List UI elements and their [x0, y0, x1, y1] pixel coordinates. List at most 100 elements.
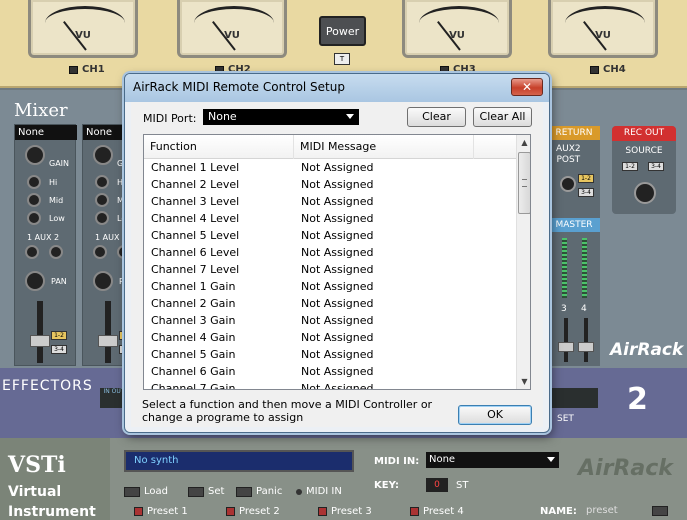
rec-out-34-button[interactable]: 3-4 [648, 162, 664, 171]
gain-knob[interactable] [25, 145, 45, 165]
panic-button[interactable]: Panic [236, 486, 282, 497]
table-row[interactable]: Channel 6 Gain Not Assigned [144, 364, 516, 381]
midi-message-cell: Not Assigned [301, 178, 374, 191]
table-row[interactable]: Channel 4 Gain Not Assigned [144, 330, 516, 347]
table-row[interactable]: Channel 3 Gain Not Assigned [144, 313, 516, 330]
function-cell: Channel 6 Gain [151, 365, 236, 378]
column-header-function[interactable]: Function [144, 135, 294, 159]
pan-knob[interactable] [25, 271, 45, 291]
synth-display[interactable]: No synth [124, 450, 354, 472]
power-indicator: T [334, 53, 350, 65]
table-row[interactable]: Channel 5 Level Not Assigned [144, 228, 516, 245]
midi-port-select[interactable]: None [203, 109, 359, 125]
preset-name-value[interactable]: preset [586, 505, 618, 516]
preset-3-button[interactable]: Preset 3 [318, 506, 372, 517]
midi-message-cell: Not Assigned [301, 212, 374, 225]
midi-message-cell: Not Assigned [301, 365, 374, 378]
close-button[interactable]: ✕ [511, 78, 543, 96]
low-knob[interactable] [27, 211, 41, 225]
hi-knob[interactable] [95, 175, 109, 189]
column-header-midi-message[interactable]: MIDI Message [294, 135, 474, 159]
table-row[interactable]: Channel 5 Gain Not Assigned [144, 347, 516, 364]
ch1-label: CH1 [69, 64, 105, 75]
return-panel: RETURN AUX2 POST 1-2 3-4 [548, 126, 600, 222]
low-knob[interactable] [95, 211, 109, 225]
preset-1-button[interactable]: Preset 1 [134, 506, 188, 517]
function-cell: Channel 5 Level [151, 229, 240, 242]
mid-knob[interactable] [95, 193, 109, 207]
channel-input-select[interactable]: None [15, 125, 77, 140]
rec-out-header: REC OUT [612, 126, 676, 141]
aux1-knob[interactable] [93, 245, 107, 259]
master-meter-3 [562, 238, 567, 298]
midi-message-cell: Not Assigned [301, 280, 374, 293]
master-panel: MASTER 3 4 [548, 218, 600, 366]
ok-button[interactable]: OK [458, 405, 532, 425]
set-button[interactable]: Set [188, 486, 224, 497]
scroll-down-icon[interactable]: ▼ [517, 374, 530, 389]
midi-in-select[interactable]: None [426, 452, 559, 468]
function-cell: Channel 2 Level [151, 178, 240, 191]
preset-4-button[interactable]: Preset 4 [410, 506, 464, 517]
return-34-button[interactable]: 3-4 [578, 188, 594, 197]
level-fader-handle[interactable] [98, 335, 118, 347]
master-fader-handle-3[interactable] [558, 342, 574, 352]
function-cell: Channel 2 Gain [151, 297, 236, 310]
level-fader-handle[interactable] [30, 335, 50, 347]
preset-led-icon [226, 507, 235, 516]
midi-in-toggle[interactable]: MIDI IN [296, 486, 342, 497]
table-row[interactable]: Channel 3 Level Not Assigned [144, 194, 516, 211]
aux1-knob[interactable] [25, 245, 39, 259]
gain-knob[interactable] [93, 145, 113, 165]
pan-knob[interactable] [93, 271, 113, 291]
hi-knob[interactable] [27, 175, 41, 189]
channel-strip-1: None GAIN Hi Mid Low 1 AUX 2 PAN 1-2 3-4 [14, 124, 77, 366]
scroll-up-icon[interactable]: ▲ [517, 135, 530, 150]
table-row[interactable]: Channel 6 Level Not Assigned [144, 245, 516, 262]
master-fader-handle-4[interactable] [578, 342, 594, 352]
key-value-display[interactable]: 0 [426, 478, 448, 492]
list-rows: Channel 1 Level Not Assigned Channel 2 Lev… [144, 160, 516, 390]
return-knob[interactable] [560, 176, 576, 192]
close-icon: ✕ [521, 80, 533, 94]
return-12-button[interactable]: 1-2 [578, 174, 594, 183]
scroll-thumb[interactable] [518, 152, 530, 214]
preset-name-button[interactable] [652, 506, 668, 516]
table-row[interactable]: Channel 2 Level Not Assigned [144, 177, 516, 194]
function-cell: Channel 7 Gain [151, 382, 236, 390]
midi-in-label: MIDI IN: [374, 456, 420, 467]
key-label: KEY: [374, 480, 399, 491]
preset-2-button[interactable]: Preset 2 [226, 506, 280, 517]
rec-out-12-button[interactable]: 1-2 [622, 162, 638, 171]
vu-meter-ch2: VU [177, 0, 287, 58]
effector-slot-number: 2 [627, 382, 648, 417]
level-fader-track [105, 301, 111, 363]
effector-display [548, 388, 598, 408]
ch4-label: CH4 [590, 64, 626, 75]
midi-message-cell: Not Assigned [301, 297, 374, 310]
table-row[interactable]: Channel 4 Level Not Assigned [144, 211, 516, 228]
table-row[interactable]: Channel 7 Gain Not Assigned [144, 381, 516, 390]
table-row[interactable]: Channel 1 Gain Not Assigned [144, 279, 516, 296]
effector-set-label: SET [557, 414, 574, 424]
mid-knob[interactable] [27, 193, 41, 207]
clear-button[interactable]: Clear [407, 107, 466, 127]
effectors-title: EFFECTORS [2, 378, 93, 394]
power-button[interactable]: Power [319, 16, 366, 46]
table-row[interactable]: Channel 7 Level Not Assigned [144, 262, 516, 279]
bus-34-button[interactable]: 3-4 [51, 345, 67, 354]
load-button[interactable]: Load [124, 486, 168, 497]
return-aux-label: AUX2 POST [556, 144, 581, 165]
list-header: Function MIDI Message [144, 135, 516, 159]
bus-12-button[interactable]: 1-2 [51, 331, 67, 340]
table-row[interactable]: Channel 2 Gain Not Assigned [144, 296, 516, 313]
table-row[interactable]: Channel 1 Level Not Assigned [144, 160, 516, 177]
aux2-knob[interactable] [49, 245, 63, 259]
function-list[interactable]: Function MIDI Message Channel 1 Level Not… [143, 134, 531, 390]
dialog-titlebar[interactable]: AirRack MIDI Remote Control Setup ✕ [125, 74, 549, 102]
clear-all-button[interactable]: Clear All [473, 107, 532, 127]
midi-message-cell: Not Assigned [301, 161, 374, 174]
list-scrollbar[interactable]: ▲ ▼ [516, 135, 530, 389]
led-icon [69, 65, 78, 74]
rec-out-source-knob[interactable] [634, 182, 656, 204]
